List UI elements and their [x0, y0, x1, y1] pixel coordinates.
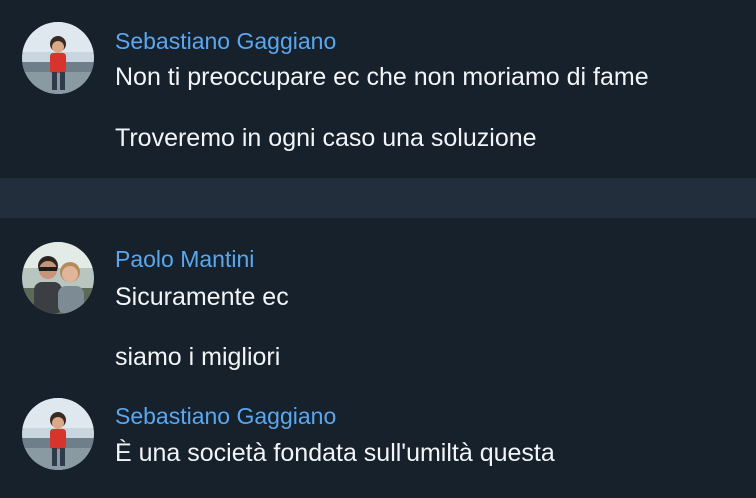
sender-name[interactable]: Paolo Mantini: [115, 245, 254, 273]
chat-history: Sebastiano Gaggiano Non ti preoccupare e…: [0, 0, 756, 498]
sender-name[interactable]: Sebastiano Gaggiano: [115, 402, 336, 430]
message-separator: [0, 178, 756, 218]
message-text: siamo i migliori: [115, 343, 281, 371]
avatar-paolo[interactable]: [22, 242, 94, 314]
sender-name[interactable]: Sebastiano Gaggiano: [115, 27, 336, 55]
avatar-sebastiano[interactable]: [22, 398, 94, 470]
message-text: È una società fondata sull'umiltà questa: [115, 439, 555, 467]
message-text: Sicuramente ec: [115, 283, 289, 311]
message-text: Non ti preoccupare ec che non moriamo di…: [115, 63, 649, 91]
message-text: Troveremo in ogni caso una soluzione: [115, 124, 537, 152]
avatar-sebastiano[interactable]: [22, 22, 94, 94]
